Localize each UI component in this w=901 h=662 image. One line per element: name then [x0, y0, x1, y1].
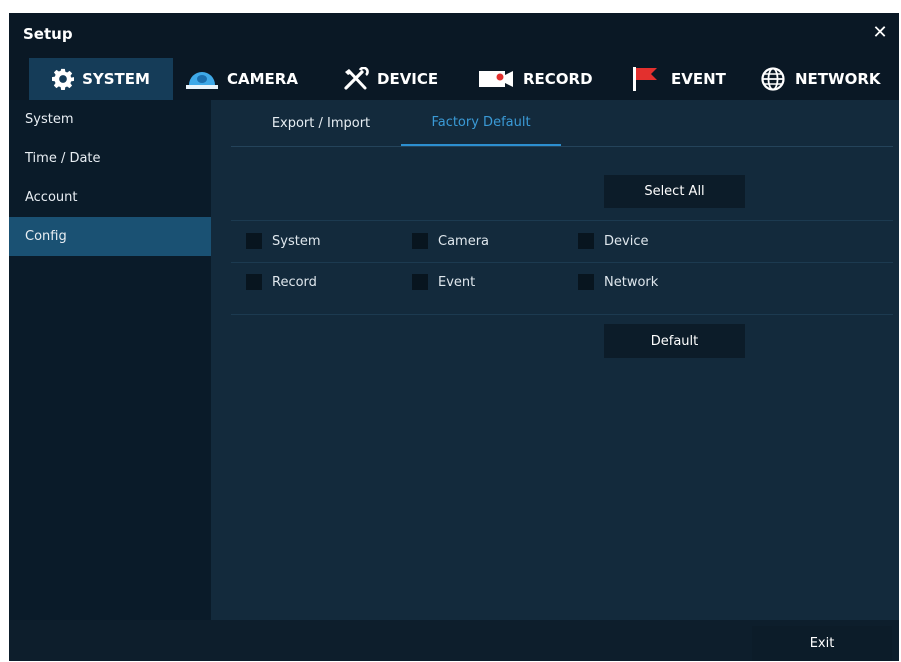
sidebar-item-account[interactable]: Account	[9, 178, 211, 217]
checkbox-network-label: Network	[604, 274, 659, 290]
checkbox-event[interactable]	[412, 274, 428, 290]
checkbox-device[interactable]	[578, 233, 594, 249]
checkbox-record-label: Record	[272, 274, 317, 290]
tab-event-label: EVENT	[671, 70, 726, 88]
tab-system-label: SYSTEM	[82, 70, 150, 88]
checkbox-device-row: Device	[578, 233, 648, 249]
globe-icon	[761, 67, 785, 91]
checkbox-system-label: System	[272, 233, 321, 249]
tab-device[interactable]: DEVICE	[343, 58, 438, 100]
checkbox-camera-label: Camera	[438, 233, 490, 249]
sub-tab-bar: Export / Import Factory Default	[231, 100, 893, 147]
checkbox-event-row: Event	[412, 274, 475, 290]
main-tab-bar: SYSTEM CAMERA DEVICE RECORD EVENT NETWOR…	[9, 58, 899, 100]
checkbox-record-row: Record	[246, 274, 317, 290]
close-button[interactable]: ✕	[869, 21, 891, 43]
checkbox-record[interactable]	[246, 274, 262, 290]
sidebar-item-config[interactable]: Config	[9, 217, 211, 256]
sidebar-item-system[interactable]: System	[9, 100, 211, 139]
tab-record[interactable]: RECORD	[479, 58, 593, 100]
select-all-button[interactable]: Select All	[604, 175, 745, 208]
divider	[231, 220, 893, 221]
sidebar: System Time / Date Account Config	[9, 100, 211, 620]
tab-factory-default[interactable]: Factory Default	[401, 100, 561, 146]
tab-export-import[interactable]: Export / Import	[261, 100, 381, 146]
setup-window: Setup ✕ SYSTEM CAMERA DEVICE RECORD EVEN…	[9, 13, 899, 661]
checkbox-camera-row: Camera	[412, 233, 489, 249]
gear-icon	[52, 68, 75, 90]
close-icon: ✕	[872, 21, 888, 43]
tab-camera[interactable]: CAMERA	[185, 58, 298, 100]
title-bar: Setup ✕	[9, 13, 899, 58]
sidebar-item-time-date[interactable]: Time / Date	[9, 139, 211, 178]
checkbox-network[interactable]	[578, 274, 594, 290]
checkbox-system[interactable]	[246, 233, 262, 249]
tab-device-label: DEVICE	[377, 70, 439, 88]
checkbox-camera[interactable]	[412, 233, 428, 249]
tab-network[interactable]: NETWORK	[761, 58, 881, 100]
flag-icon	[631, 66, 659, 92]
checkbox-event-label: Event	[438, 274, 476, 290]
footer-bar: Exit	[9, 620, 899, 661]
tab-system[interactable]: SYSTEM	[29, 58, 173, 100]
tab-event[interactable]: EVENT	[631, 58, 726, 100]
tab-record-label: RECORD	[523, 70, 593, 88]
tab-camera-label: CAMERA	[227, 70, 298, 88]
divider	[231, 314, 893, 315]
tools-icon	[343, 67, 369, 91]
exit-button[interactable]: Exit	[752, 626, 892, 661]
divider	[231, 262, 893, 263]
camera-icon	[185, 68, 219, 90]
tab-network-label: NETWORK	[795, 70, 881, 88]
window-title: Setup	[23, 25, 73, 43]
checkbox-system-row: System	[246, 233, 320, 249]
content-panel: Export / Import Factory Default Select A…	[211, 100, 899, 620]
record-icon	[479, 69, 515, 89]
default-button[interactable]: Default	[604, 324, 745, 358]
checkbox-network-row: Network	[578, 274, 658, 290]
checkbox-device-label: Device	[604, 233, 649, 249]
